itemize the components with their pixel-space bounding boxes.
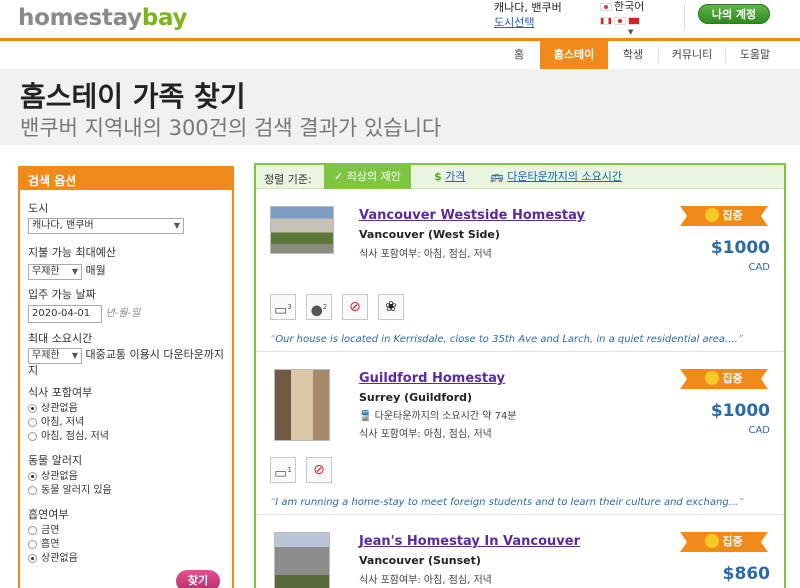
listing-price: $1000	[710, 401, 770, 421]
smoking-filter: 흡연여부 금연 흡연 상관없음	[28, 508, 78, 566]
listing-quote: “I am running a home-stay to meet foreig…	[270, 497, 744, 508]
city-select-link[interactable]: 도시선택	[494, 15, 562, 30]
meal-icon: ●2	[306, 294, 332, 320]
my-account-button[interactable]: 나의 계정	[698, 4, 770, 24]
logo[interactable]: homestaybay	[18, 5, 188, 31]
canada-flag-icon[interactable]	[600, 17, 612, 25]
train-icon: 🚆	[359, 411, 372, 422]
meals-option-any[interactable]: 상관없음	[28, 402, 109, 416]
budget-filter: 지불 가능 최대예산 무제한 ▼ 매월	[28, 244, 116, 280]
search-button[interactable]: 찾기	[176, 570, 220, 588]
listing-item: Vancouver Westside Homestay Vancouver (W…	[256, 190, 784, 352]
listing-area: Vancouver (West Side)	[359, 228, 500, 241]
chevron-down-icon: ▼	[173, 221, 180, 230]
no-smoking-icon: ⊘	[306, 457, 332, 483]
listing-title[interactable]: Guildford Homestay	[359, 371, 505, 386]
bus-icon: 🚌	[490, 170, 504, 183]
pets-option-allergy[interactable]: 동물 알러지 있음	[28, 484, 112, 498]
featured-badge: 집중	[680, 369, 768, 389]
listing-item: Jean's Homestay In Vancouver Vancouver (…	[256, 516, 784, 588]
starburst-icon	[705, 371, 720, 385]
language-selector[interactable]: 한국어 ▼	[600, 0, 644, 36]
location-block: 캐나다, 밴쿠버 도시선택	[494, 0, 562, 30]
date-format-hint: 년-월-일	[105, 308, 141, 319]
bed-icon: ▭3	[270, 294, 296, 320]
meals-filter: 식사 포함여부 상관없음 아침, 저녁 아침, 점심, 저녁	[28, 386, 109, 444]
listing-meals: 식사 포함여부: 아침, 점심, 저녁	[359, 429, 492, 440]
chevron-down-icon[interactable]: ▼	[628, 28, 644, 36]
listing-quote: “Our house is located in Kerrisdale, clo…	[270, 334, 743, 345]
no-smoking-icon: ⊘	[342, 294, 368, 320]
chevron-down-icon: ▼	[71, 351, 78, 360]
listing-commute: 🚆 다운타운까지의 소요시간 약 74분	[359, 411, 517, 422]
pet-allergy-filter: 동물 알러지 상관없음 동물 알러지 있음	[28, 454, 112, 498]
listing-area: Vancouver (Sunset)	[359, 554, 481, 567]
listing-currency: CAD	[748, 262, 770, 273]
language-label: 한국어	[614, 0, 645, 13]
pets-option-any[interactable]: 상관없음	[28, 470, 112, 484]
meals-option-breakfast-dinner[interactable]: 아침, 저녁	[28, 416, 109, 430]
smoking-option-nonsmoking[interactable]: 금연	[28, 524, 78, 538]
page-title: 홈스테이 가족 찾기	[20, 80, 246, 113]
sort-best-offer[interactable]: ✓ 최상의 제안	[324, 165, 411, 189]
main-nav: 홈 홈스테이 학생 커뮤니티 도움말	[0, 41, 800, 69]
korea-flag-icon	[600, 3, 612, 11]
nav-home[interactable]: 홈	[498, 41, 540, 69]
header-divider	[684, 4, 685, 30]
listing-currency: CAD	[748, 425, 770, 436]
results-summary: 밴쿠버 지역내의 300건의 검색 결과가 있습니다	[20, 116, 442, 140]
chevron-down-icon: ▼	[71, 267, 78, 276]
sort-commute[interactable]: 🚌 다운타운까지의 소요시간	[490, 165, 622, 189]
header: homestaybay 캐나다, 밴쿠버 도시선택 한국어 ▼ 나의 계정	[0, 0, 800, 38]
listing-photo[interactable]	[270, 206, 334, 254]
search-options-panel: 검색 옵션 도시 캐나다, 밴쿠버 ▼ 지불 가능 최대예산 무제한 ▼ 매월 입주…	[18, 166, 234, 588]
sort-bar: 정렬 기준: ✓ 최상의 제안 $ 가격 🚌 다운타운까지의 소요시간	[256, 165, 784, 189]
smoking-option-smoking[interactable]: 흡연	[28, 538, 78, 552]
nav-homestay[interactable]: 홈스테이	[540, 41, 608, 69]
listing-photo[interactable]	[274, 369, 330, 441]
commute-filter: 최대 소요시간 무제한 ▼ 대중교통 이용시 다운타운까지 지	[28, 332, 225, 377]
city-select[interactable]: 캐나다, 밴쿠버 ▼	[28, 218, 184, 234]
sort-label: 정렬 기준:	[264, 173, 312, 186]
starburst-icon	[705, 208, 720, 222]
pet-paw-icon: ❀	[378, 294, 404, 320]
title-area: 홈스테이 가족 찾기 밴쿠버 지역내의 300건의 검색 결과가 있습니다	[0, 69, 800, 145]
budget-select[interactable]: 무제한 ▼	[28, 264, 82, 280]
movein-filter: 입주 가능 날짜 2020-04-01 년-월-일	[28, 286, 140, 323]
sort-price[interactable]: $ 가격	[434, 165, 465, 189]
city-filter: 도시 캐나다, 밴쿠버 ▼	[28, 200, 184, 234]
china-flag-icon[interactable]	[628, 17, 640, 25]
movein-date-input[interactable]: 2020-04-01	[28, 305, 102, 323]
results-panel: 정렬 기준: ✓ 최상의 제안 $ 가격 🚌 다운타운까지의 소요시간 Vanc…	[254, 163, 786, 588]
dollar-icon: $	[434, 170, 442, 183]
featured-badge: 집중	[680, 532, 768, 552]
listing-item: Guildford Homestay Surrey (Guildford) 🚆 …	[256, 353, 784, 515]
listing-price: $860	[722, 564, 770, 584]
listing-area: Surrey (Guildford)	[359, 391, 473, 404]
nav-community[interactable]: 커뮤니티	[659, 41, 725, 69]
listing-title[interactable]: Jean's Homestay In Vancouver	[359, 534, 580, 549]
current-city: 캐나다, 밴쿠버	[494, 1, 562, 14]
bed-icon: ▭1	[270, 457, 296, 483]
listing-meals: 식사 포함여부: 아침, 점심, 저녁	[359, 249, 492, 260]
featured-badge: 집중	[680, 206, 768, 226]
japan-flag-icon[interactable]	[614, 17, 626, 25]
meals-option-all[interactable]: 아침, 점심, 저녁	[28, 430, 109, 444]
smoking-option-any[interactable]: 상관없음	[28, 552, 78, 566]
nav-help[interactable]: 도움말	[726, 41, 784, 69]
listing-title[interactable]: Vancouver Westside Homestay	[359, 208, 585, 223]
commute-select[interactable]: 무제한 ▼	[28, 348, 82, 364]
nav-student[interactable]: 학생	[608, 41, 658, 69]
starburst-icon	[705, 534, 720, 548]
listing-price: $1000	[710, 238, 770, 258]
checkmark-icon: ✓	[334, 170, 344, 183]
search-options-heading: 검색 옵션	[20, 168, 232, 190]
listing-photo[interactable]	[274, 532, 330, 588]
listing-meals: 식사 포함여부: 아침, 점심, 저녁	[359, 575, 492, 586]
